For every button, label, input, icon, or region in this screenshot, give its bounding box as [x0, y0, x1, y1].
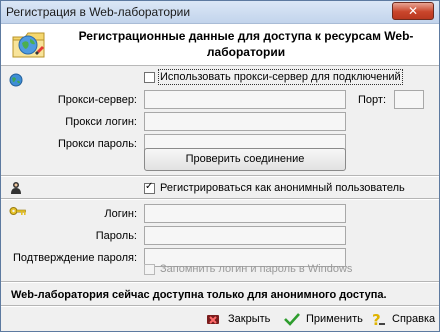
close-icon [207, 315, 219, 324]
use-proxy-checkbox[interactable]: Использовать прокси-сервер для подключен… [144, 69, 403, 85]
remember-credentials-label: Запомнить логин и пароль в Windows [160, 263, 353, 275]
proxy-server-label: Прокси-сервер: [57, 94, 137, 106]
check-connection-button[interactable]: Проверить соединение [144, 148, 346, 171]
separator [1, 175, 439, 177]
status-bar: Web-лаборатория сейчас доступна только д… [1, 286, 439, 306]
login-label: Логин: [104, 208, 137, 220]
help-button-label: Справка [392, 313, 436, 325]
user-icon [11, 182, 21, 194]
password-label: Пароль: [95, 230, 137, 242]
help-button[interactable]: ? Справка [369, 311, 435, 327]
anonymous-checkbox-box[interactable] [144, 181, 155, 194]
remember-credentials-checkbox[interactable]: Запомнить логин и пароль в Windows [144, 263, 352, 275]
separator [1, 198, 439, 200]
globe-icon [9, 73, 23, 87]
port-label: Порт: [358, 94, 386, 106]
status-text: Web-лаборатория сейчас доступна только д… [11, 289, 387, 301]
password-field[interactable] [144, 226, 346, 245]
use-proxy-label: Использовать прокси-сервер для подключен… [158, 69, 403, 85]
key-icon [9, 207, 26, 215]
title-bar[interactable]: Регистрация в Web-лаборатории ✕ [1, 1, 439, 24]
proxy-server-field[interactable] [144, 90, 346, 109]
confirm-password-label: Подтверждение пароля: [13, 252, 137, 264]
login-field[interactable] [144, 204, 346, 223]
help-icon: ? [372, 311, 385, 327]
proxy-login-label: Прокси логин: [65, 116, 137, 128]
apply-button[interactable]: Применить [283, 311, 363, 327]
use-proxy-checkbox-box[interactable] [144, 71, 155, 83]
proxy-login-field[interactable] [144, 112, 346, 131]
window-title: Регистрация в Web-лаборатории [6, 5, 191, 19]
header-title: Регистрационные данные для доступа к рес… [78, 29, 414, 59]
folder-globe-icon [12, 32, 45, 58]
close-button-label: Закрыть [228, 313, 271, 325]
anonymous-label: Регистрироваться как анонимный пользоват… [160, 182, 405, 194]
apply-button-label: Применить [306, 313, 363, 325]
bottom-toolbar: Закрыть Применить ? Справка [1, 307, 439, 332]
checkmark-icon [284, 313, 300, 326]
separator [1, 281, 439, 283]
close-button[interactable]: Закрыть [205, 311, 270, 327]
remember-credentials-checkbox-box[interactable] [144, 263, 155, 275]
window-close-button[interactable]: ✕ [392, 2, 434, 20]
port-field[interactable] [394, 90, 424, 109]
anonymous-checkbox[interactable]: Регистрироваться как анонимный пользоват… [144, 181, 405, 194]
header-panel: Регистрационные данные для доступа к рес… [1, 24, 439, 66]
proxy-password-label: Прокси пароль: [57, 138, 137, 150]
registration-dialog: Регистрация в Web-лаборатории ✕ Регистра… [0, 0, 440, 332]
